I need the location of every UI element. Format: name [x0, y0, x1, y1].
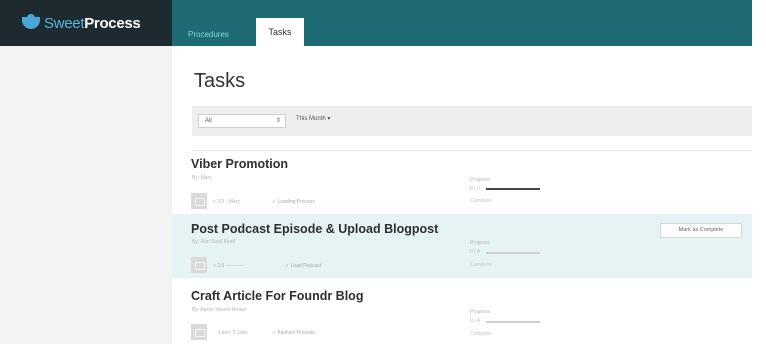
progress-label: Progress: [470, 240, 491, 246]
progress-note: Complete: [470, 331, 492, 337]
procedure-link[interactable]: ✓ Fashion Process: [272, 330, 315, 336]
sidebar: [0, 0, 172, 344]
progress-count: 0 / 0: [470, 186, 480, 192]
task-assignee: By: Mary: [192, 175, 212, 181]
task-meta: + 2/3 ─────: [213, 263, 244, 269]
progress-note: Complete: [470, 198, 492, 204]
tab-tasks[interactable]: Tasks: [256, 18, 304, 46]
task-row[interactable]: Craft Article For Foundr Blog By: Aaron …: [172, 279, 752, 344]
task-row[interactable]: Viber Promotion By: Mary + 2/3 · Mary ✓ …: [172, 151, 752, 213]
app-logo[interactable]: Sweet Process: [0, 0, 172, 46]
task-assignee: By: Aaron Steven Brown: [192, 307, 247, 313]
period-dropdown[interactable]: This Month ▾: [296, 115, 330, 122]
progress-label: Progress: [470, 177, 491, 183]
progress-bar-fill: [486, 188, 540, 190]
image-placeholder-icon: [191, 193, 207, 209]
page-title: Tasks: [194, 70, 246, 92]
progress-count: 0 / 4: [470, 318, 480, 324]
filter-bar: All ⇕ This Month ▾: [192, 106, 752, 136]
right-margin: [752, 0, 766, 344]
task-title[interactable]: Viber Promotion: [191, 157, 288, 171]
image-placeholder-icon: [191, 324, 207, 340]
task-title[interactable]: Post Podcast Episode & Upload Blogpost: [191, 222, 438, 236]
task-assignee: By: Ron Sunil Kindl: [192, 239, 235, 245]
assignee-select[interactable]: All ⇕: [198, 114, 286, 128]
progress-bar: [486, 321, 540, 323]
task-row-highlighted[interactable]: Post Podcast Episode & Upload Blogpost B…: [172, 214, 752, 278]
progress-bar: [486, 252, 540, 254]
procedure-link[interactable]: ✓ Load Podcast: [285, 263, 321, 269]
progress-count: 0 / 4: [470, 249, 480, 255]
progress-label: Progress: [470, 309, 491, 315]
progress-note: Complete: [470, 262, 492, 268]
image-placeholder-icon: [191, 257, 207, 273]
tab-procedures[interactable]: Procedures: [188, 30, 229, 39]
task-title[interactable]: Craft Article For Foundr Blog: [191, 289, 363, 303]
logo-text-sweet: Sweet: [44, 14, 85, 32]
task-meta: Lenn: 5 Jobs: [219, 330, 248, 336]
task-meta: + 2/3 · Mary: [213, 199, 240, 205]
procedure-link[interactable]: ✓ Loading Process: [272, 199, 315, 205]
logo-text-process: Process: [84, 14, 141, 32]
logo-icon: [22, 14, 40, 30]
select-arrows-icon: ⇕: [275, 118, 281, 124]
top-navigation-bar: Procedures Tasks: [172, 0, 752, 46]
mark-as-complete-button[interactable]: Mark as Complete: [660, 223, 742, 238]
assignee-select-value: All: [205, 118, 212, 124]
progress-bar: [486, 188, 540, 190]
main-content: Tasks All ⇕ This Month ▾ Viber Promotion…: [172, 46, 752, 344]
